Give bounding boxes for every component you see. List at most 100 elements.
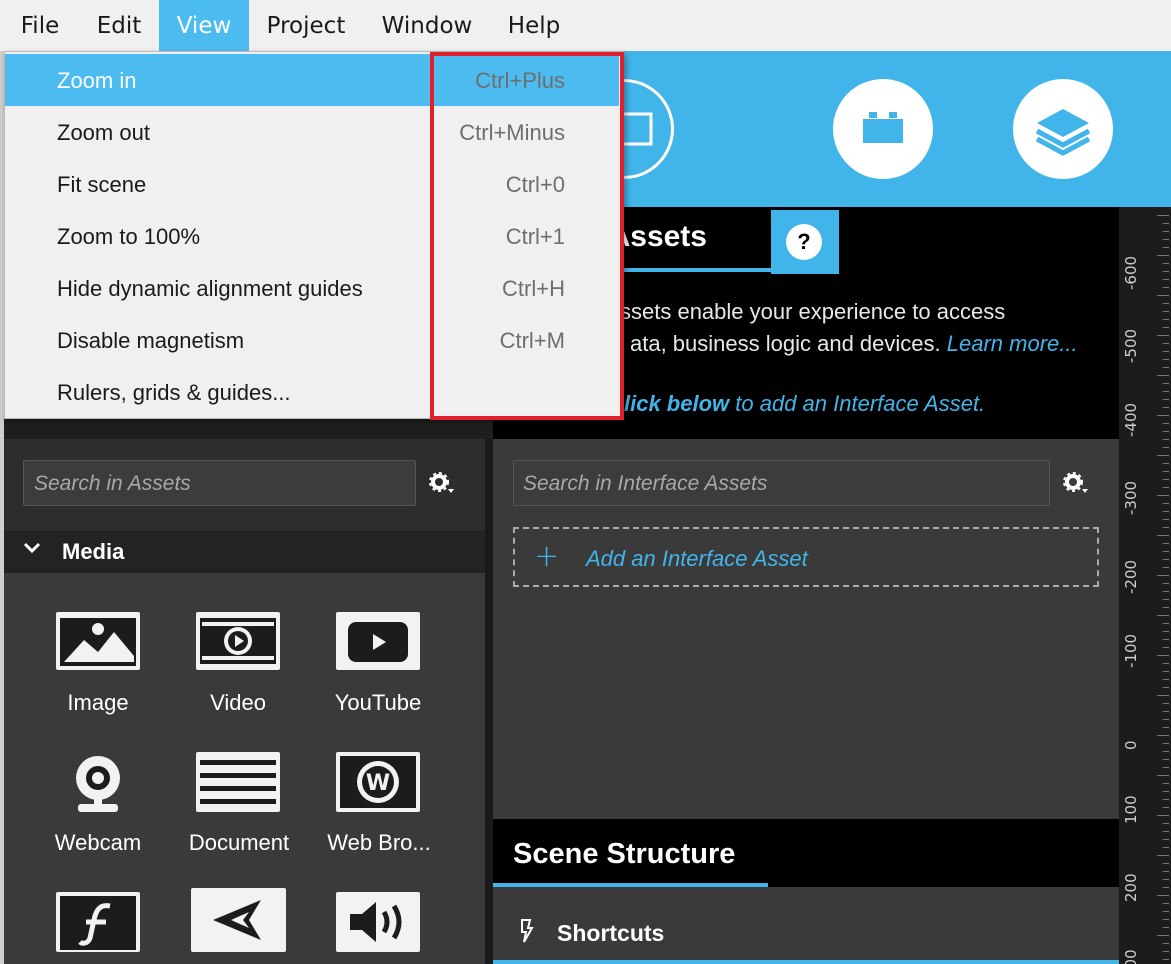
menu-item-shortcut: Ctrl+0 — [505, 172, 565, 197]
ruler-label: -200 — [1122, 559, 1140, 594]
add-interface-asset-label: Add an Interface Asset — [586, 546, 808, 571]
ruler-tick — [1163, 263, 1169, 264]
ruler-tick — [1163, 239, 1169, 240]
ruler-tick — [1163, 327, 1169, 328]
document-icon — [200, 760, 276, 804]
ruler-tick — [1163, 279, 1169, 280]
menu-edit[interactable]: Edit — [80, 0, 158, 51]
ruler-tick — [1163, 623, 1169, 624]
assets-settings-gear-icon[interactable] — [428, 471, 456, 503]
learn-more-link[interactable]: Learn more... — [947, 331, 1078, 356]
image-asset-label: Image — [67, 690, 129, 715]
ruler-tick — [1163, 439, 1169, 440]
video-icon — [200, 618, 276, 664]
document-asset-label: Document — [188, 830, 290, 855]
ruler-tick — [1163, 823, 1169, 824]
ruler-tick — [1163, 807, 1169, 808]
scene-structure-tab[interactable]: Scene Structure — [513, 838, 735, 871]
menu-item-shortcut: Ctrl+H — [502, 276, 565, 301]
help-icon[interactable]: ? — [786, 224, 822, 260]
flash-icon — [60, 896, 136, 950]
ruler-tick — [1163, 431, 1169, 432]
ruler-label: 100 — [1122, 795, 1140, 824]
layers-tool-button[interactable] — [1013, 79, 1113, 179]
menu-item-zoom-out[interactable]: Zoom out Ctrl+Minus — [5, 106, 619, 158]
menu-window[interactable]: Window — [366, 0, 488, 51]
description-text: ata, business logic and devices. — [630, 331, 947, 356]
ruler-tick — [1163, 463, 1169, 464]
menu-item-rulers-grids-guides[interactable]: Rulers, grids & guides... — [5, 366, 619, 418]
ruler-tick — [1157, 855, 1169, 856]
chevron-down-icon[interactable] — [22, 538, 42, 563]
layers-icon — [1035, 109, 1091, 156]
plus-icon: + — [534, 539, 560, 574]
video-asset-label: Video — [210, 690, 266, 715]
menu-item-shortcut: Ctrl+1 — [505, 224, 565, 249]
ruler-tick — [1163, 543, 1169, 544]
document-asset-tile[interactable] — [196, 752, 280, 812]
ruler-tick — [1163, 791, 1169, 792]
youtube-asset-label: YouTube — [334, 690, 422, 715]
menu-item-shortcut: Ctrl+Minus — [459, 120, 565, 145]
youtube-asset-tile[interactable] — [336, 612, 420, 670]
ruler-tick — [1163, 519, 1169, 520]
ruler-tick — [1163, 511, 1169, 512]
interface-assets-search-placeholder: Search in Interface Assets — [523, 472, 768, 495]
assets-tool-button[interactable] — [833, 79, 933, 179]
panel-divider[interactable] — [485, 439, 493, 964]
menu-project[interactable]: Project — [250, 0, 362, 51]
menu-item-label: Hide dynamic alignment guides — [57, 276, 363, 301]
ruler-label: 200 — [1122, 873, 1140, 902]
ruler-tick — [1163, 911, 1169, 912]
shortcuts-underline — [493, 960, 1119, 964]
ruler-tick — [1163, 383, 1169, 384]
webcam-icon — [76, 756, 120, 812]
menu-item-shortcut: Ctrl+M — [499, 328, 565, 353]
ruler-tick — [1157, 215, 1169, 216]
ruler-tick — [1163, 751, 1169, 752]
ruler-label: -300 — [1122, 480, 1140, 515]
ruler-tick — [1163, 711, 1169, 712]
ruler-tick — [1163, 631, 1169, 632]
ruler-tick — [1163, 719, 1169, 720]
menu-item-hide-alignment-guides[interactable]: Hide dynamic alignment guides Ctrl+H — [5, 262, 619, 314]
menu-item-fit-scene[interactable]: Fit scene Ctrl+0 — [5, 158, 619, 210]
image-asset-tile[interactable] — [56, 612, 140, 670]
ruler-tick — [1163, 687, 1169, 688]
audio-asset-tile[interactable] — [336, 892, 420, 952]
ruler-tick — [1163, 359, 1169, 360]
shortcuts-label: Shortcuts — [557, 920, 665, 946]
ruler-tick — [1163, 471, 1169, 472]
cta-bold-text: lick below — [624, 391, 730, 416]
ruler-tick — [1163, 871, 1169, 872]
interface-assets-settings-gear-icon[interactable] — [1062, 471, 1090, 503]
menu-item-zoom-in[interactable]: Zoom in Ctrl+Plus — [5, 54, 619, 106]
ruler-label: -600 — [1122, 255, 1140, 290]
menu-view[interactable]: View — [159, 0, 249, 51]
ruler-tick — [1157, 575, 1169, 576]
ruler-tick — [1163, 831, 1169, 832]
ruler-tick — [1163, 863, 1169, 864]
menu-item-zoom-100[interactable]: Zoom to 100% Ctrl+1 — [5, 210, 619, 262]
ruler-tick — [1163, 391, 1169, 392]
ruler-tick — [1163, 607, 1169, 608]
menu-file[interactable]: File — [5, 0, 75, 51]
ruler-tick — [1163, 599, 1169, 600]
web-browser-asset-tile[interactable]: W — [336, 752, 420, 812]
ruler-tick — [1163, 311, 1169, 312]
flash-asset-tile[interactable] — [56, 892, 140, 952]
menu-item-disable-magnetism[interactable]: Disable magnetism Ctrl+M — [5, 314, 619, 366]
ruler-tick — [1157, 415, 1169, 416]
audio-icon — [350, 902, 402, 942]
image-icon — [60, 618, 136, 666]
menu-item-label: Zoom out — [57, 120, 150, 145]
unity-asset-tile[interactable] — [191, 888, 286, 952]
menu-help[interactable]: Help — [494, 0, 574, 51]
webcam-asset-tile[interactable] — [56, 752, 140, 812]
video-asset-tile[interactable] — [196, 612, 280, 670]
ruler-tick — [1163, 783, 1169, 784]
svg-text:W: W — [366, 771, 390, 796]
ruler-tick — [1157, 655, 1169, 656]
ruler-tick — [1163, 591, 1169, 592]
ruler-tick — [1163, 727, 1169, 728]
